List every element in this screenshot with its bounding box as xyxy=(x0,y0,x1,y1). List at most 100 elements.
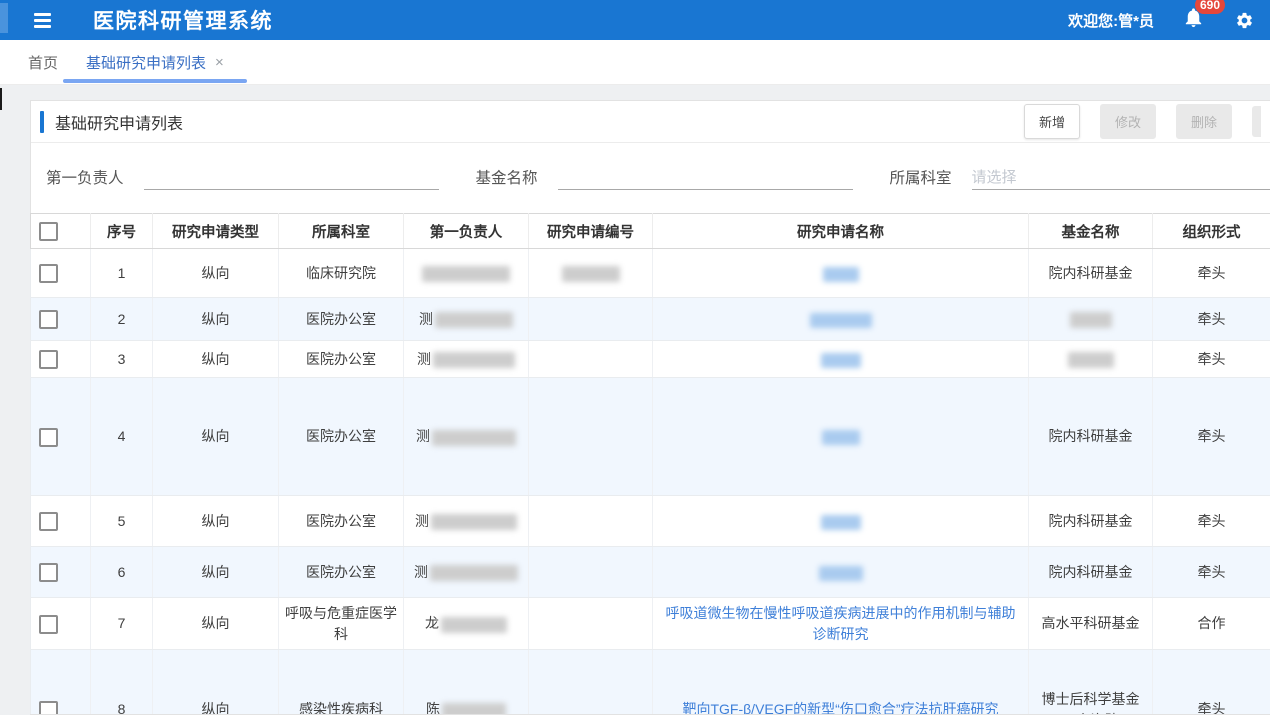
cell-leader: 测 xyxy=(404,547,529,598)
data-table-container: 序号 研究申请类型 所属科室 第一负责人 研究申请编号 研究申请名称 基金名称 … xyxy=(30,213,1270,714)
row-checkbox[interactable] xyxy=(39,428,58,447)
cell-fund-name: 院内科研基金 xyxy=(1029,249,1153,298)
cell-serial: 6 xyxy=(91,547,153,598)
cell-department: 医院办公室 xyxy=(279,547,404,598)
row-checkbox[interactable] xyxy=(39,512,58,531)
top-header-bar: 医院科研管理系统 欢迎您:管*员 690 xyxy=(0,0,1270,40)
table-row: 8纵向感染性疾病科陈靶向TGF-β/VEGF的新型“伤口愈合”疗法抗肝癌研究博士… xyxy=(31,650,1270,715)
cell-apply-code xyxy=(529,341,653,378)
tab-close-icon[interactable]: × xyxy=(215,55,224,70)
cell-apply-name xyxy=(653,341,1029,378)
checkbox-cell xyxy=(31,378,91,496)
row-checkbox[interactable] xyxy=(39,350,58,369)
cell-serial: 4 xyxy=(91,378,153,496)
add-button[interactable]: 新增 xyxy=(1024,104,1080,139)
fund-name-text: 院内科研基金 xyxy=(1049,513,1133,529)
redacted-leader xyxy=(431,514,517,530)
filter-dept-select[interactable] xyxy=(972,164,1270,190)
cell-leader: 测 xyxy=(404,341,529,378)
settings-gear-icon[interactable] xyxy=(1235,11,1254,30)
redacted-fund-name xyxy=(1068,352,1114,368)
checkbox-cell xyxy=(31,547,91,598)
welcome-user-text: 欢迎您:管*员 xyxy=(1068,10,1154,31)
table-row: 4纵向医院办公室测院内科研基金牵头 xyxy=(31,378,1270,496)
cell-apply-name xyxy=(653,249,1029,298)
page-title: 基础研究申请列表 xyxy=(55,110,183,134)
cell-apply-code xyxy=(529,547,653,598)
filter-fund-input[interactable] xyxy=(558,164,853,190)
cell-org-form: 牵头 xyxy=(1153,298,1270,341)
redacted-apply-name xyxy=(821,353,861,368)
table-row: 1纵向临床研究院院内科研基金牵头 xyxy=(31,249,1270,298)
redacted-leader xyxy=(441,617,507,633)
cell-fund-name: 院内科研基金 xyxy=(1029,378,1153,496)
cell-leader: 测 xyxy=(404,496,529,547)
checkbox-cell xyxy=(31,598,91,650)
cell-apply-type: 纵向 xyxy=(153,547,279,598)
table-row: 3纵向医院办公室测牵头 xyxy=(31,341,1270,378)
tab-basic-research-list[interactable]: 基础研究申请列表 × xyxy=(72,40,238,84)
toolbar: 新增 修改 删除 xyxy=(1024,104,1261,139)
cell-leader xyxy=(404,249,529,298)
menu-toggle-icon[interactable] xyxy=(34,13,51,28)
row-checkbox[interactable] xyxy=(39,701,58,714)
col-department: 所属科室 xyxy=(279,214,404,249)
cell-department: 医院办公室 xyxy=(279,496,404,547)
cell-fund-name: 高水平科研基金 xyxy=(1029,598,1153,650)
redacted-leader xyxy=(422,266,510,282)
cell-fund-name xyxy=(1029,298,1153,341)
panel-title-row: 基础研究申请列表 新增 修改 删除 xyxy=(31,101,1270,143)
leader-text: 测 xyxy=(415,513,429,529)
cell-leader: 测 xyxy=(404,298,529,341)
cell-apply-code xyxy=(529,598,653,650)
apply-name-link[interactable]: 呼吸道微生物在慢性呼吸道疾病进展中的作用机制与辅助诊断研究 xyxy=(666,605,1016,641)
cell-org-form: 牵头 xyxy=(1153,547,1270,598)
col-apply-code: 研究申请编号 xyxy=(529,214,653,249)
row-checkbox[interactable] xyxy=(39,563,58,582)
tab-home[interactable]: 首页 xyxy=(14,40,72,84)
redacted-leader xyxy=(432,430,516,446)
fund-name-text: 院内科研基金 xyxy=(1049,265,1133,281)
cell-apply-name xyxy=(653,547,1029,598)
delete-button: 删除 xyxy=(1176,104,1232,139)
cell-serial: 2 xyxy=(91,298,153,341)
redacted-apply-name xyxy=(822,430,860,445)
table-row: 5纵向医院办公室测院内科研基金牵头 xyxy=(31,496,1270,547)
select-all-checkbox[interactable] xyxy=(39,222,58,241)
cell-org-form: 牵头 xyxy=(1153,650,1270,715)
cell-serial: 7 xyxy=(91,598,153,650)
filter-row: 第一负责人 基金名称 所属科室 xyxy=(31,143,1270,211)
cell-department: 医院办公室 xyxy=(279,341,404,378)
filter-leader-input[interactable] xyxy=(144,164,439,190)
redacted-apply-name xyxy=(823,267,859,282)
notification-badge: 690 xyxy=(1195,0,1225,14)
cell-fund-name xyxy=(1029,341,1153,378)
fund-name-text: 博士后科学基金 面上资助 xyxy=(1042,691,1140,714)
apply-name-link[interactable]: 靶向TGF-β/VEGF的新型“伤口愈合”疗法抗肝癌研究 xyxy=(682,701,998,714)
cell-apply-name: 靶向TGF-β/VEGF的新型“伤口愈合”疗法抗肝癌研究 xyxy=(653,650,1029,715)
notification-bell-icon[interactable]: 690 xyxy=(1182,6,1205,34)
redacted-leader xyxy=(430,565,518,581)
table-row: 7纵向呼吸与危重症医学科龙呼吸道微生物在慢性呼吸道疾病进展中的作用机制与辅助诊断… xyxy=(31,598,1270,650)
checkbox-cell xyxy=(31,650,91,715)
cell-org-form: 牵头 xyxy=(1153,249,1270,298)
cell-apply-name: 呼吸道微生物在慢性呼吸道疾病进展中的作用机制与辅助诊断研究 xyxy=(653,598,1029,650)
redacted-fund-name xyxy=(1070,312,1112,328)
table-row: 6纵向医院办公室测院内科研基金牵头 xyxy=(31,547,1270,598)
cell-apply-name xyxy=(653,378,1029,496)
col-org-form: 组织形式 xyxy=(1153,214,1270,249)
fund-name-text: 高水平科研基金 xyxy=(1042,615,1140,631)
cell-leader: 陈 xyxy=(404,650,529,715)
clipped-button xyxy=(1252,106,1261,137)
research-application-table: 序号 研究申请类型 所属科室 第一负责人 研究申请编号 研究申请名称 基金名称 … xyxy=(30,213,1270,714)
row-checkbox[interactable] xyxy=(39,615,58,634)
row-checkbox[interactable] xyxy=(39,264,58,283)
cell-apply-type: 纵向 xyxy=(153,650,279,715)
leader-text: 测 xyxy=(416,428,430,444)
redacted-leader xyxy=(433,352,515,368)
row-checkbox[interactable] xyxy=(39,310,58,329)
cell-apply-name xyxy=(653,496,1029,547)
leader-text: 测 xyxy=(419,311,433,327)
fund-name-text: 院内科研基金 xyxy=(1049,428,1133,444)
cell-leader: 测 xyxy=(404,378,529,496)
